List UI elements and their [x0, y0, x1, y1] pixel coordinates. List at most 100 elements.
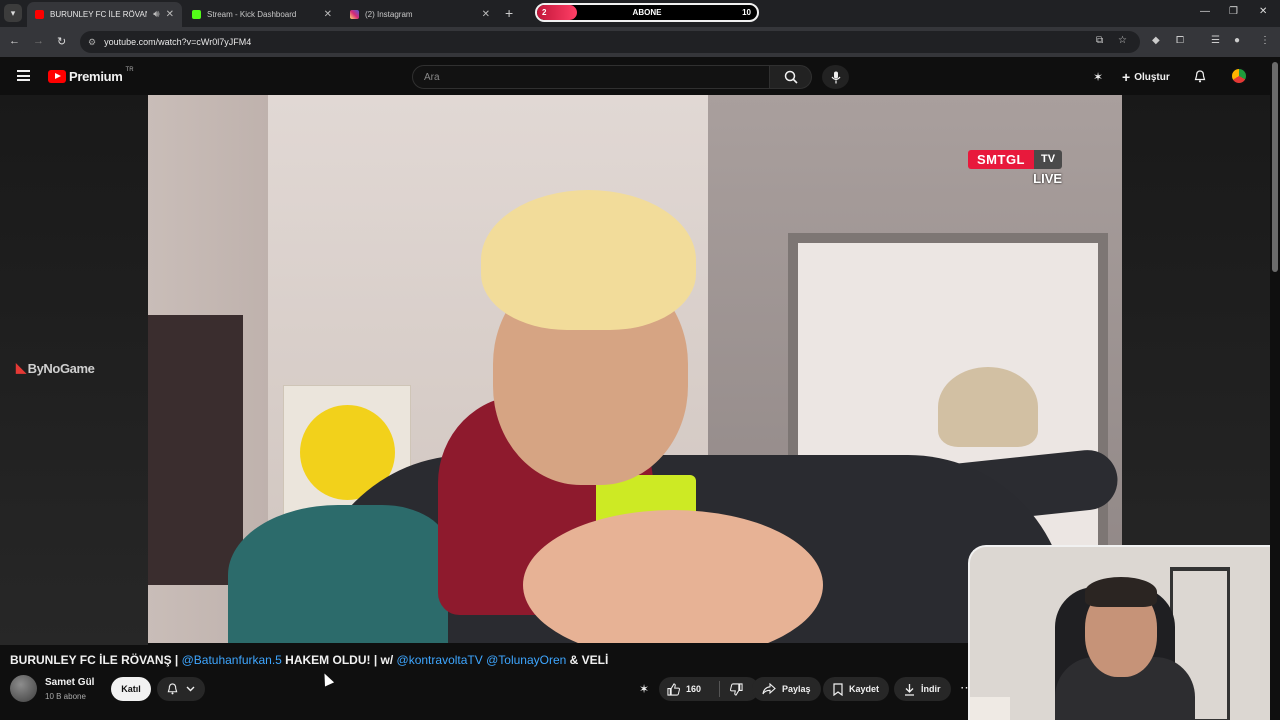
bookmark-icon	[833, 682, 843, 696]
microphone-icon	[831, 71, 840, 83]
scrollbar-thumb[interactable]	[1272, 62, 1278, 272]
webcam-scene	[970, 697, 1010, 720]
tab-youtube[interactable]: BURUNLEY FC İLE RÖVANŞ 🔊︎ ✕	[27, 2, 182, 27]
tab-label: BURUNLEY FC İLE RÖVANŞ	[50, 10, 148, 19]
address-bar[interactable]: ⚙︎ youtube.com/watch?v=cWr0l7yJFM4 ⧉ ☆	[80, 31, 1140, 53]
youtube-favicon-icon	[35, 10, 44, 19]
live-badge: LIVE	[1033, 171, 1063, 186]
close-tab-icon[interactable]: ✕	[166, 9, 174, 20]
goal-start: 2	[542, 8, 547, 17]
tune-icon[interactable]: ⚙︎	[88, 37, 96, 48]
create-label: Oluştur	[1134, 71, 1170, 83]
channel-name[interactable]: Samet Gül	[45, 677, 94, 688]
title-segment: HAKEM OLDU! | w/	[281, 653, 397, 667]
star-icon[interactable]: ☆	[1118, 35, 1127, 46]
watermark-text: ByNoGame	[27, 360, 95, 376]
plus-icon: +	[1122, 69, 1131, 85]
channel-avatar[interactable]	[10, 675, 37, 702]
close-tab-icon[interactable]: ✕	[324, 9, 332, 20]
browser-toolbar: ← → ↻ ⚙︎ youtube.com/watch?v=cWr0l7yJFM4…	[0, 27, 1280, 57]
share-label: Paylaş	[782, 684, 811, 694]
hamburger-menu-icon[interactable]	[17, 70, 30, 81]
title-segment: BURUNLEY FC İLE RÖVANŞ |	[10, 653, 182, 667]
puzzle-icon[interactable]: ⧠	[1176, 35, 1184, 46]
mention-link[interactable]: @kontravoltaTV	[397, 653, 483, 667]
thumbs-up-icon	[667, 682, 680, 696]
thumbs-down-icon	[730, 682, 743, 696]
tab-kick[interactable]: Stream - Kick Dashboard ✕	[184, 2, 340, 27]
like-count: 160	[686, 684, 702, 694]
voice-search-button[interactable]	[822, 65, 849, 89]
join-button[interactable]: Katıl	[111, 677, 151, 701]
video-scene	[228, 505, 448, 643]
divider	[719, 681, 720, 697]
download-label: İndir	[921, 684, 941, 694]
like-dislike-group: 160	[659, 677, 759, 701]
youtube-logo[interactable]: Premium TR	[48, 66, 134, 84]
video-scene	[481, 190, 696, 330]
video-scene	[938, 367, 1038, 447]
notifications-bell-icon[interactable]	[1194, 70, 1206, 86]
bynogame-watermark: ◣ ByNoGame	[16, 360, 95, 376]
video-title: BURUNLEY FC İLE RÖVANŞ | @Batuhanfurkan.…	[10, 653, 608, 667]
install-icon[interactable]: ⧉	[1096, 35, 1103, 46]
account-avatar[interactable]	[1230, 67, 1248, 85]
goal-end: 10	[742, 8, 751, 17]
profile-icon[interactable]: ●	[1234, 35, 1240, 46]
url-text: youtube.com/watch?v=cWr0l7yJFM4	[104, 37, 252, 47]
download-button[interactable]: İndir	[894, 677, 951, 701]
back-icon[interactable]: ←	[9, 35, 20, 47]
mouse-cursor-icon	[319, 671, 335, 687]
tab-instagram[interactable]: (2) Instagram ✕	[342, 2, 498, 27]
country-code: TR	[125, 66, 134, 73]
dislike-button[interactable]	[730, 682, 749, 696]
minimize-icon[interactable]: —	[1200, 6, 1210, 17]
tab-search-icon[interactable]: ▾	[4, 4, 22, 22]
extension-action-icon[interactable]: ✶	[639, 682, 649, 696]
close-window-icon[interactable]: ✕	[1259, 6, 1267, 17]
save-label: Kaydet	[849, 684, 880, 694]
channel-overlay: SMTGL TV LIVE	[968, 150, 1063, 186]
new-tab-icon[interactable]: +	[505, 5, 513, 21]
mention-link[interactable]: @Batuhanfurkan.5	[182, 653, 282, 667]
forward-icon[interactable]: →	[33, 35, 44, 47]
reload-icon[interactable]: ↻	[57, 35, 66, 48]
chevron-down-icon	[186, 686, 195, 692]
mention-link[interactable]: @TolunayOren	[486, 653, 566, 667]
instagram-favicon-icon	[350, 10, 359, 19]
subscriber-goal-bar: 2 ABONE 10	[535, 3, 759, 22]
overlay-brand: SMTGL	[968, 150, 1034, 169]
close-tab-icon[interactable]: ✕	[482, 9, 490, 20]
maximize-icon[interactable]: ❐	[1229, 6, 1238, 17]
search-button[interactable]	[770, 65, 812, 89]
subscriber-count: 10 B abone	[45, 692, 86, 701]
save-button[interactable]: Kaydet	[823, 677, 890, 701]
extension-icon[interactable]: ◆	[1152, 35, 1160, 46]
youtube-play-icon	[48, 70, 66, 83]
title-segment: & VELİ	[566, 653, 609, 667]
youtube-header: Premium TR ✶ + Oluştur	[0, 57, 1280, 95]
kick-favicon-icon	[192, 10, 201, 19]
share-arrow-icon	[762, 683, 776, 695]
browser-tab-strip: ▾ BURUNLEY FC İLE RÖVANŞ 🔊︎ ✕ Stream - K…	[0, 0, 1280, 27]
bell-icon	[167, 683, 178, 695]
webcam-scene	[1085, 577, 1157, 607]
create-button[interactable]: + Oluştur	[1122, 69, 1170, 85]
tab-label: Stream - Kick Dashboard	[207, 10, 297, 19]
menu-kebab-icon[interactable]: ⋮	[1260, 35, 1270, 46]
overlay-tv: TV	[1034, 150, 1063, 169]
like-button[interactable]: 160	[667, 682, 719, 696]
goal-label: ABONE	[632, 8, 662, 17]
search-box	[412, 65, 770, 89]
cast-extension-icon[interactable]: ✶	[1093, 70, 1103, 84]
search-input[interactable]	[424, 71, 769, 83]
search-icon	[784, 70, 798, 84]
mute-icon[interactable]: 🔊︎	[153, 9, 159, 20]
subscription-bell-button[interactable]	[157, 677, 205, 701]
reading-list-icon[interactable]: ☰	[1211, 35, 1220, 46]
share-button[interactable]: Paylaş	[752, 677, 821, 701]
tab-label: (2) Instagram	[365, 10, 413, 19]
video-scene	[148, 315, 243, 585]
bynogame-logo-icon: ◣	[16, 360, 26, 375]
webcam-overlay	[968, 545, 1280, 720]
